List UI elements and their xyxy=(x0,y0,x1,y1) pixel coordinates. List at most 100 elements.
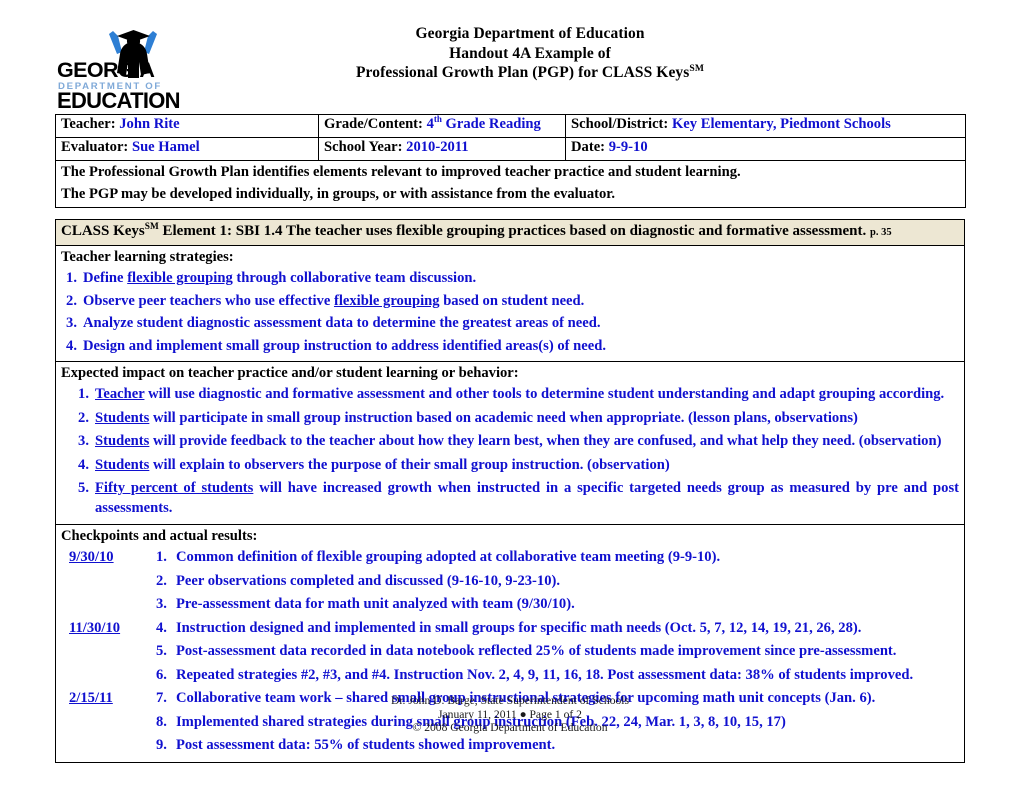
impact-text: Students will provide feedback to the te… xyxy=(95,433,942,449)
impact-underlined-term: Teacher xyxy=(95,386,145,402)
impact-text: Fifty percent of students will have incr… xyxy=(95,480,959,516)
strategies-heading: Teacher learning strategies: xyxy=(61,249,234,265)
checkpoint-number: 2. xyxy=(156,572,167,589)
strategy-item: 1. Define flexible grouping through colla… xyxy=(61,269,959,289)
checkpoint-number: 9. xyxy=(156,737,167,753)
school-year-cell: School Year: 2010-2011 xyxy=(318,137,566,161)
checkpoint-text: Post-assessment data recorded in data no… xyxy=(176,643,897,659)
school-district-label: School/District: xyxy=(571,116,669,132)
checkpoint-number: 4. xyxy=(156,619,167,636)
document-page: GEORGIA DEPARTMENT OF EDUCATION Georgia … xyxy=(0,0,1020,788)
checkpoint-text: Instruction designed and implemented in … xyxy=(176,619,862,636)
grade-ordinal-sup: th xyxy=(433,114,442,125)
checkpoint-text: Pre-assessment data for math unit analyz… xyxy=(176,596,575,612)
strategy-number: 4. xyxy=(66,337,77,354)
description-line-2: The PGP may be developed individually, i… xyxy=(61,185,616,202)
grade-content-value: 4th Grade Reading xyxy=(426,114,541,132)
footer-line-3: © 2008 Georgia Department of Education xyxy=(412,721,608,735)
impact-item: 1. Teacher will use diagnostic and format… xyxy=(61,385,959,405)
checkpoint-text: Common definition of flexible grouping a… xyxy=(176,549,721,565)
strategy-underlined-term: flexible grouping xyxy=(333,292,440,309)
strategies-cell: Teacher learning strategies: 1. Define fl… xyxy=(55,245,965,362)
checkpoint-row: 9. Post assessment data: 55% of students … xyxy=(61,736,959,756)
date-cell: Date: 9-9-10 xyxy=(565,137,966,161)
teacher-cell: Teacher: John Rite xyxy=(55,114,319,138)
impact-item: 4. Students will explain to observers the… xyxy=(61,456,959,476)
strategy-number: 2. xyxy=(66,292,77,309)
evaluator-value: Sue Hamel xyxy=(131,139,200,155)
checkpoint-number: 6. xyxy=(156,666,167,683)
impact-underlined-term: Students xyxy=(95,433,150,449)
table-gap xyxy=(0,208,1020,219)
georgia-doe-logo: GEORGIA DEPARTMENT OF EDUCATION xyxy=(55,28,190,110)
footer-line-2: January 11, 2011 ● Page 1 of 2 xyxy=(438,707,582,721)
service-mark-sup: SM xyxy=(689,62,705,74)
checkpoint-text: Post assessment data: 55% of students sh… xyxy=(176,737,556,753)
grade-content-cell: Grade/Content: 4th Grade Reading xyxy=(318,114,566,138)
impact-heading: Expected impact on teacher practice and/… xyxy=(61,365,519,381)
evaluator-cell: Evaluator: Sue Hamel xyxy=(55,137,319,161)
checkpoint-text: Repeated strategies #2, #3, and #4. Inst… xyxy=(176,666,914,683)
impact-text: Teacher will use diagnostic and formativ… xyxy=(95,386,945,402)
impact-row: Expected impact on teacher practice and/… xyxy=(55,361,965,525)
checkpoint-number: 3. xyxy=(156,596,167,612)
checkpoint-row: 2. Peer observations completed and discus… xyxy=(61,572,959,592)
teacher-info-table: Teacher: John Rite Grade/Content: 4th Gr… xyxy=(55,114,966,208)
info-row-1: Teacher: John Rite Grade/Content: 4th Gr… xyxy=(55,114,966,138)
info-row-2: Evaluator: Sue Hamel School Year: 2010-2… xyxy=(55,137,966,161)
description-cell: The Professional Growth Plan identifies … xyxy=(55,160,966,208)
class-keys-prefix: CLASS Keys xyxy=(61,223,145,239)
strategy-underlined-term: flexible grouping xyxy=(127,270,233,286)
date-value: 9-9-10 xyxy=(608,139,648,155)
checkpoint-row: 6. Repeated strategies #2, #3, and #4. In… xyxy=(61,666,959,686)
page-reference: p. 35 xyxy=(869,227,892,238)
impact-list: 1. Teacher will use diagnostic and format… xyxy=(61,385,959,518)
strategy-item: 4. Design and implement small group instr… xyxy=(61,337,959,357)
class-keys-element-row: CLASS KeysSM Element 1: SBI 1.4 The teac… xyxy=(55,219,965,246)
strategy-number: 3. xyxy=(66,315,77,331)
strategy-text: Design and implement small group instruc… xyxy=(83,337,606,354)
impact-number: 2. xyxy=(78,409,89,426)
checkpoint-row: 5. Post-assessment data recorded in data … xyxy=(61,642,959,662)
checkpoints-heading: Checkpoints and actual results: xyxy=(61,528,258,544)
strategy-text: Define flexible grouping through collabo… xyxy=(83,270,477,286)
checkpoint-row: 11/30/10 4. Instruction designed and impl… xyxy=(61,619,959,639)
page-header: GEORGIA DEPARTMENT OF EDUCATION Georgia … xyxy=(0,0,1020,114)
school-year-label: School Year: xyxy=(324,139,403,155)
impact-text: Students will explain to observers the p… xyxy=(95,456,670,473)
strategy-item: 3. Analyze student diagnostic assessment … xyxy=(61,314,959,334)
checkpoint-text: Peer observations completed and discusse… xyxy=(176,572,561,589)
strategies-row: Teacher learning strategies: 1. Define fl… xyxy=(55,245,965,362)
impact-item: 5. Fifty percent of students will have in… xyxy=(61,479,959,518)
teacher-label: Teacher: xyxy=(61,116,116,132)
grade-content-label: Grade/Content: xyxy=(324,116,423,132)
impact-number: 4. xyxy=(78,456,89,473)
strategy-text: Observe peer teachers who use effective … xyxy=(83,292,585,309)
impact-underlined-term: Fifty percent of students xyxy=(95,480,254,496)
impact-number: 3. xyxy=(78,433,89,449)
strategy-item: 2. Observe peer teachers who use effectiv… xyxy=(61,292,959,312)
strategies-list: 1. Define flexible grouping through colla… xyxy=(61,269,959,356)
strategy-number: 1. xyxy=(66,270,77,286)
checkpoint-row: 3. Pre-assessment data for math unit anal… xyxy=(61,595,959,615)
checkpoint-date: 11/30/10 xyxy=(69,619,121,636)
checkpoint-date: 9/30/10 xyxy=(69,549,114,565)
checkpoint-row: 9/30/10 1. Common definition of flexible g… xyxy=(61,548,959,568)
checkpoint-number: 5. xyxy=(156,643,167,659)
info-description-row: The Professional Growth Plan identifies … xyxy=(55,160,966,208)
impact-cell: Expected impact on teacher practice and/… xyxy=(55,361,965,525)
evaluator-label: Evaluator: xyxy=(61,139,129,155)
school-year-value: 2010-2011 xyxy=(406,139,469,155)
checkpoint-number: 1. xyxy=(156,549,167,565)
impact-underlined-term: Students xyxy=(95,456,150,473)
impact-number: 1. xyxy=(78,386,89,402)
class-keys-text: Element 1: SBI 1.4 The teacher uses flex… xyxy=(158,223,867,239)
class-keys-element-cell: CLASS KeysSM Element 1: SBI 1.4 The teac… xyxy=(55,219,965,246)
teacher-value: John Rite xyxy=(119,116,180,132)
class-keys-sup: SM xyxy=(144,222,159,232)
page-footer: Dr. John D. Barge, State Superintendent … xyxy=(0,694,1020,735)
impact-text: Students will participate in small group… xyxy=(95,409,858,426)
impact-underlined-term: Students xyxy=(95,409,150,426)
date-label: Date: xyxy=(571,139,606,155)
logo-word-georgia: GEORGIA xyxy=(57,58,154,82)
